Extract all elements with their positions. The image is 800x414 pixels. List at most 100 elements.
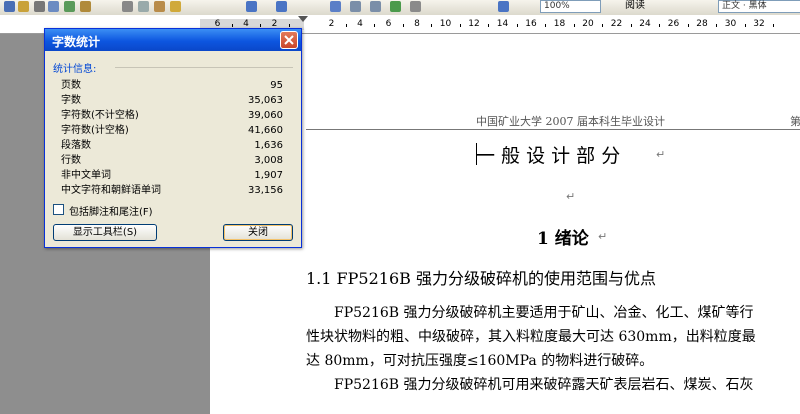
print-icon[interactable] xyxy=(34,1,45,12)
ruler-tick xyxy=(573,24,575,27)
columns-icon[interactable] xyxy=(410,1,421,12)
stat-label: 字符数(计空格) xyxy=(61,125,129,136)
stat-value: 35,063 xyxy=(248,95,283,106)
stat-label: 中文字符和朝鲜语单词 xyxy=(61,185,161,196)
chapter-title[interactable]: 1 绪论 xyxy=(537,224,589,249)
ruler-tick xyxy=(231,24,233,27)
dialog-titlebar[interactable]: 字数统计 xyxy=(45,29,301,51)
ruler-number: 16 xyxy=(525,19,537,29)
paste-icon[interactable] xyxy=(154,1,165,12)
statistics-group-label: 统计信息: xyxy=(53,64,97,75)
ruler-number: 2 xyxy=(328,19,335,29)
print-preview-icon[interactable] xyxy=(48,1,59,12)
drawing-icon[interactable] xyxy=(498,1,509,12)
ruler-tick xyxy=(687,24,689,27)
style-select[interactable]: 正文 · 黑体 xyxy=(718,0,800,13)
ruler-tick xyxy=(630,24,632,27)
stat-label: 非中文单词 xyxy=(61,170,111,181)
spelling-icon[interactable] xyxy=(64,1,75,12)
body-paragraph-line[interactable]: FP5216B 强力分级破碎机可用来破碎露天矿表层岩石、煤炭、石灰 xyxy=(334,374,754,394)
include-footnotes-checkbox[interactable] xyxy=(53,204,64,215)
page-header-text: 中国矿业大学 2007 届本科生毕业设计 xyxy=(476,115,665,128)
paragraph-mark-icon: ↵ xyxy=(566,190,576,203)
ruler-number: 14 xyxy=(496,19,509,29)
stat-label: 页数 xyxy=(61,80,81,91)
copy-icon[interactable] xyxy=(138,1,149,12)
ruler-tick xyxy=(402,24,404,27)
page-header-page: 第 xyxy=(790,115,800,128)
ruler-number: 32 xyxy=(753,19,765,29)
body-paragraph-line[interactable]: 达 80mm，可对抗压强度≤160MPa 的物料进行破碎。 xyxy=(306,350,653,370)
stat-label: 段落数 xyxy=(61,140,91,151)
permission-icon[interactable] xyxy=(18,1,29,12)
stat-label: 行数 xyxy=(61,155,81,166)
cut-icon[interactable] xyxy=(122,1,133,12)
word-count-dialog: 字数统计 统计信息: 页数 95 字数 35,063 字符数(不计空格) 39,… xyxy=(44,28,302,248)
insert-table-icon[interactable] xyxy=(370,1,381,12)
section-title[interactable]: 1.1 FP5216B 强力分级破碎机的使用范围与优点 xyxy=(306,265,656,289)
toolbar: 100% 阅读 正文 · 黑体 xyxy=(0,0,800,16)
ruler-tick xyxy=(431,24,433,27)
group-divider xyxy=(115,67,293,68)
ruler-number: 26 xyxy=(667,19,680,29)
ruler-tick xyxy=(545,24,547,27)
include-footnotes-label[interactable]: 包括脚注和尾注(F) xyxy=(69,203,153,218)
stat-label: 字符数(不计空格) xyxy=(61,110,139,121)
ruler-tick xyxy=(459,24,461,27)
ruler-number: 6 xyxy=(385,19,392,29)
close-button[interactable]: 关闭 xyxy=(223,224,293,241)
stat-row: 非中文单词 1,907 xyxy=(61,169,283,183)
paragraph-mark-icon: ↵ xyxy=(598,230,608,243)
hyperlink-icon[interactable] xyxy=(330,1,341,12)
stat-row: 字符数(不计空格) 39,060 xyxy=(61,109,283,123)
stat-value: 41,660 xyxy=(248,125,283,136)
ruler-tick xyxy=(602,24,604,27)
research-icon[interactable] xyxy=(80,1,91,12)
stat-row: 页数 95 xyxy=(61,79,283,93)
ruler-number: 18 xyxy=(553,19,566,29)
ruler-tick xyxy=(516,24,518,27)
undo-icon[interactable] xyxy=(246,1,257,12)
body-paragraph-line[interactable]: 性块状物料的粗、中级破碎，其入料粒度最大可达 630mm，出料粒度最 xyxy=(306,326,756,346)
ruler-number: 22 xyxy=(610,19,623,29)
ruler-tick xyxy=(773,24,775,27)
tables-borders-icon[interactable] xyxy=(350,1,361,12)
paragraph-mark-icon: ↵ xyxy=(656,148,666,161)
ruler-number: 20 xyxy=(582,19,594,29)
show-toolbar-button[interactable]: 显示工具栏(S) xyxy=(53,224,157,241)
save-icon[interactable] xyxy=(4,1,15,12)
insert-excel-icon[interactable] xyxy=(390,1,401,12)
redo-icon[interactable] xyxy=(276,1,287,12)
ruler-tick xyxy=(659,24,661,27)
ruler-number: 30 xyxy=(724,19,737,29)
ruler-number: 12 xyxy=(468,19,480,29)
stat-value: 3,008 xyxy=(254,155,283,166)
body-paragraph-line[interactable]: FP5216B 强力分级破碎机主要适用于矿山、冶金、化工、煤矿等行 xyxy=(334,302,754,322)
stat-row: 字符数(计空格) 41,660 xyxy=(61,124,283,138)
ruler-number: 28 xyxy=(696,19,708,29)
ruler-tick xyxy=(260,24,262,27)
dialog-title: 字数统计 xyxy=(52,35,101,49)
stat-row: 段落数 1,636 xyxy=(61,139,283,153)
stat-row: 中文字符和朝鲜语单词 33,156 xyxy=(61,184,283,198)
ruler-number: 8 xyxy=(414,19,420,29)
ruler-tick xyxy=(345,24,347,27)
stat-value: 39,060 xyxy=(248,110,283,121)
ruler-tick xyxy=(488,24,490,27)
read-button[interactable]: 阅读 xyxy=(625,0,645,11)
first-line-indent-marker[interactable] xyxy=(298,16,308,22)
stat-row: 行数 3,008 xyxy=(61,154,283,168)
part-title[interactable]: 一 般 设 计 部 分 xyxy=(476,141,620,168)
ruler-number: 24 xyxy=(639,19,651,29)
ruler-tick xyxy=(288,24,290,27)
ruler-tick xyxy=(744,24,746,27)
format-painter-icon[interactable] xyxy=(170,1,181,12)
close-icon[interactable] xyxy=(280,31,298,49)
ruler-tick xyxy=(716,24,718,27)
zoom-select[interactable]: 100% xyxy=(540,0,601,13)
stat-row: 字数 35,063 xyxy=(61,94,283,108)
ruler-number: 10 xyxy=(439,19,452,29)
stat-value: 1,907 xyxy=(254,170,283,181)
stat-label: 字数 xyxy=(61,95,81,106)
ruler-number: 4 xyxy=(357,19,363,29)
